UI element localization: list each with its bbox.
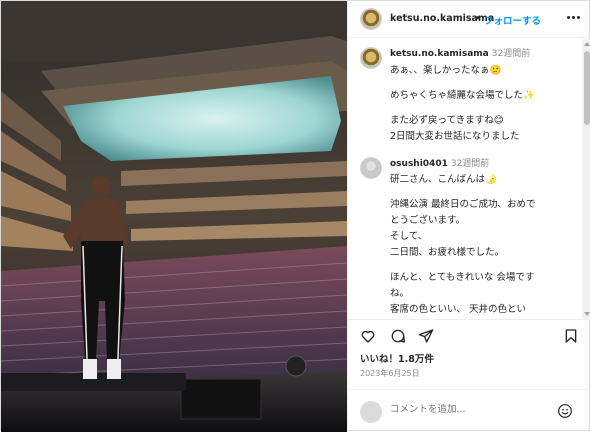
- share-icon[interactable]: [418, 328, 434, 344]
- comment-line: 沖縄公演 最終日のご成功、おめで: [390, 199, 536, 210]
- concert-hall-photo: [1, 1, 347, 432]
- emoji-icon[interactable]: [557, 403, 573, 419]
- post-side-panel: ketsu.no.kamisama • フォローする ketsu.no.kami…: [347, 1, 590, 432]
- comment-line: ほんと、とてもきれいな 会場です: [390, 272, 535, 283]
- commenter-avatar[interactable]: [360, 157, 382, 179]
- scroll-thumb[interactable]: [584, 51, 590, 125]
- caption-avatar[interactable]: [360, 47, 382, 69]
- caption-line: めちゃくちゃ綺麗な会場でした✨: [390, 90, 535, 101]
- caption-line: 2日間大変お世話になりました: [390, 131, 520, 142]
- post-date[interactable]: 2023年6月25日: [360, 368, 420, 379]
- author-avatar[interactable]: [360, 8, 382, 30]
- comment-composer: [348, 389, 590, 432]
- comment-line: そして、: [390, 231, 428, 242]
- separator-dot: •: [475, 13, 481, 24]
- post-actions: [348, 319, 590, 349]
- comment-icon[interactable]: [390, 328, 406, 344]
- comments-scrollbar[interactable]: [582, 39, 590, 319]
- bookmark-icon[interactable]: [563, 328, 579, 344]
- caption-line: また必ず戻ってきますね😊: [390, 115, 504, 126]
- comments-list[interactable]: ketsu.no.kamisama 32週間前 あぁ、、楽しかったなぁ🙂 めちゃく…: [348, 39, 582, 319]
- caption-header: ketsu.no.kamisama 32週間前: [390, 46, 530, 59]
- likes-count[interactable]: いいね！1.8万件: [360, 351, 434, 365]
- caption-time: 32週間前: [491, 49, 531, 59]
- follow-button[interactable]: フォローする: [484, 13, 541, 27]
- comment-line: 研二さん、こんばんは🌛: [390, 174, 497, 185]
- comment-line: とうございます。: [390, 215, 466, 226]
- scroll-down-icon[interactable]: [584, 312, 590, 316]
- caption-line: あぁ、、楽しかったなぁ🙂: [390, 65, 502, 76]
- viewer-avatar: [360, 401, 382, 423]
- caption-username[interactable]: ketsu.no.kamisama: [390, 49, 489, 59]
- more-horizontal-icon[interactable]: [566, 14, 582, 22]
- post-photo[interactable]: [1, 1, 347, 432]
- comment-input[interactable]: [390, 404, 550, 415]
- scroll-up-icon[interactable]: [584, 42, 590, 46]
- instagram-post-dialog: ketsu.no.kamisama • フォローする ketsu.no.kami…: [0, 0, 590, 432]
- post-header: ketsu.no.kamisama • フォローする: [348, 1, 590, 38]
- heart-icon[interactable]: [360, 328, 376, 344]
- comment-line: 二日間、お疲れ様でした。: [390, 247, 505, 258]
- commenter-username[interactable]: osushi0401: [390, 159, 448, 169]
- comment-time: 32週間前: [450, 159, 490, 169]
- comment-line: 客席の色といい、 天井の色とい: [390, 304, 527, 315]
- comment-line: ね。: [390, 288, 410, 299]
- comment-header: osushi0401 32週間前: [390, 156, 489, 169]
